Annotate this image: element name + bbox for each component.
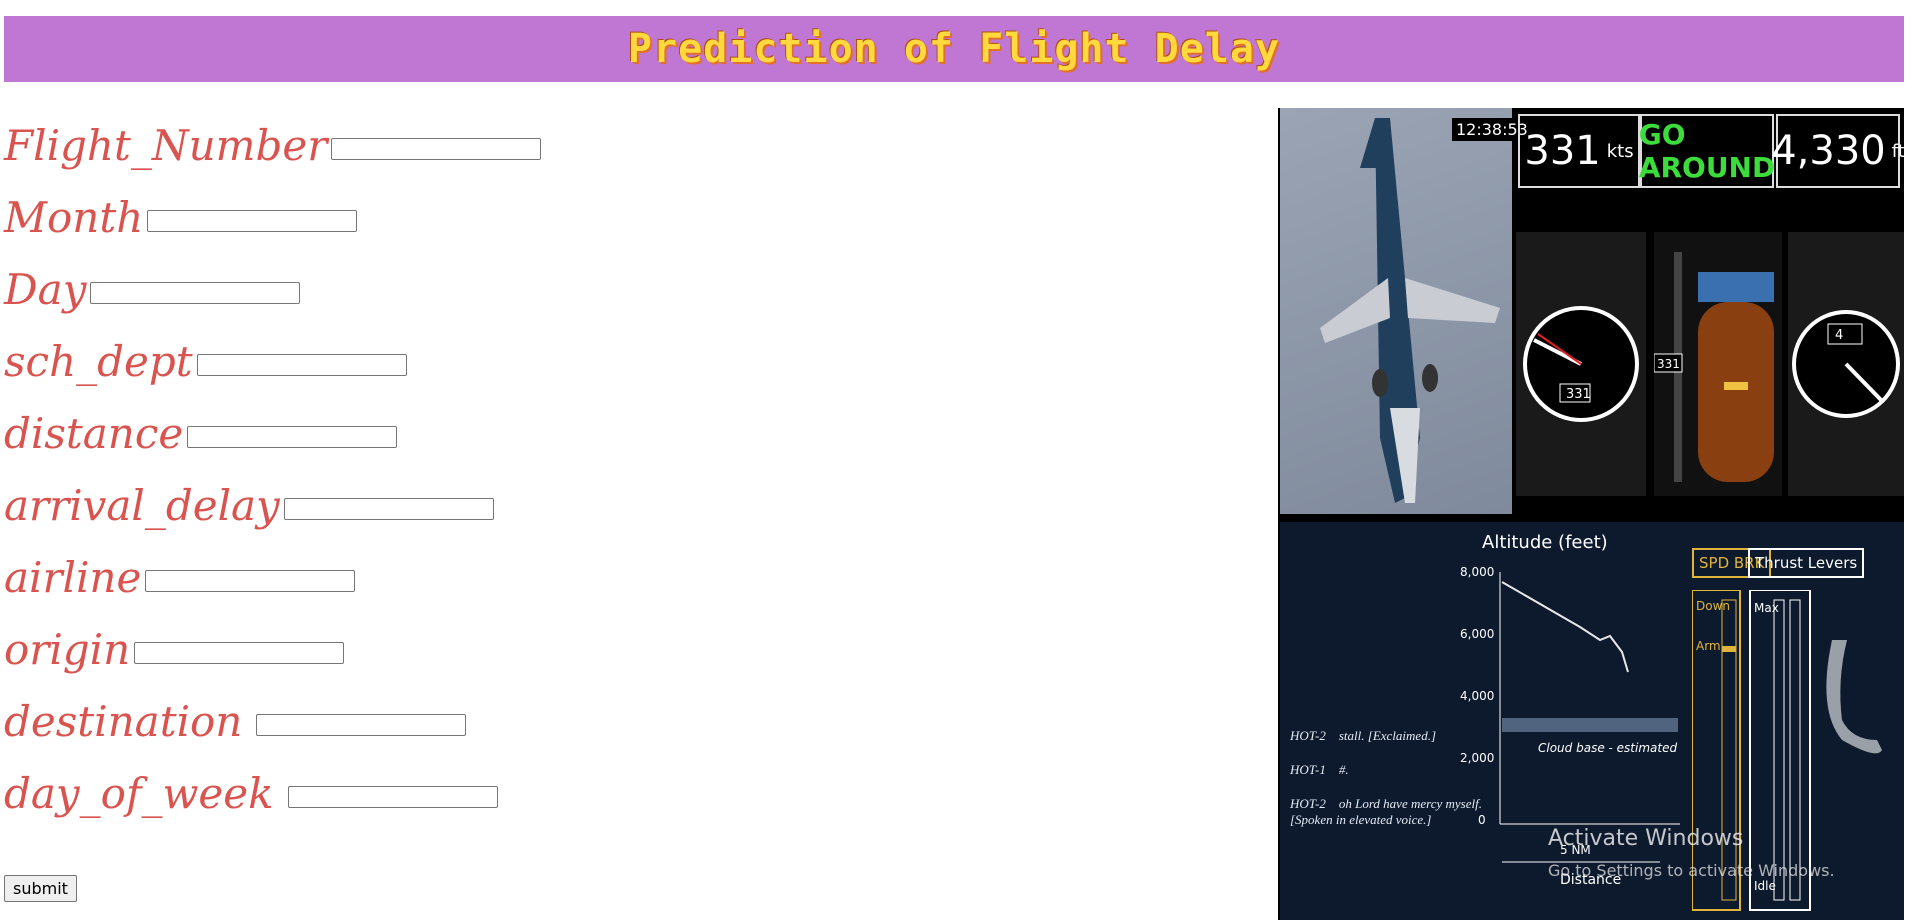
cockpit-image: 12:38:53 331 kts GO AROUND 4,330 ft 331 … bbox=[1278, 108, 1904, 920]
airspeed-gauge: 331 bbox=[1516, 232, 1646, 496]
altitude-box: 4,330 ft bbox=[1771, 114, 1904, 188]
flight-number-input[interactable] bbox=[331, 138, 542, 160]
ytick-label: 2,000 bbox=[1460, 751, 1494, 765]
distance-input[interactable] bbox=[187, 426, 398, 448]
plane-view: 12:38:53 bbox=[1280, 108, 1532, 514]
tape-readout: 331 bbox=[1657, 357, 1680, 371]
sch-dept-input[interactable] bbox=[196, 354, 407, 376]
ytick-label: 6,000 bbox=[1460, 627, 1494, 641]
altitude-unit: ft bbox=[1891, 140, 1904, 162]
transcript-line: HOT-2 oh Lord have mercy myself. [Spoken… bbox=[1290, 796, 1482, 827]
origin-input[interactable] bbox=[134, 642, 345, 664]
status-box: GO AROUND bbox=[1638, 114, 1776, 188]
airplane-illustration bbox=[1320, 118, 1500, 503]
page-title: Prediction of Flight Delay bbox=[627, 26, 1281, 72]
field-destination: destination bbox=[4, 686, 541, 758]
flight-number-label: Flight_Number bbox=[4, 121, 328, 170]
field-flight-number: Flight_Number bbox=[4, 110, 542, 182]
ytick-label: 4,000 bbox=[1460, 689, 1494, 703]
field-origin: origin bbox=[4, 614, 541, 686]
speed-unit: kts bbox=[1606, 140, 1634, 162]
speed-box: 331 kts bbox=[1518, 114, 1640, 188]
go-around-status: GO AROUND bbox=[1638, 118, 1776, 184]
airspeed-readout: 331 bbox=[1566, 387, 1591, 402]
month-label: Month bbox=[4, 193, 144, 242]
altimeter-gauge: 4 bbox=[1788, 232, 1904, 496]
activate-windows-subtitle: Go to Settings to activate Windows. bbox=[1548, 861, 1835, 880]
airline-label: airline bbox=[4, 553, 142, 602]
ytick-label: 8,000 bbox=[1460, 565, 1494, 579]
transcript-line: HOT-1 #. bbox=[1290, 762, 1349, 777]
page-header: Prediction of Flight Delay bbox=[4, 16, 1904, 82]
distance-label: distance bbox=[4, 409, 184, 458]
spd-arm-label: Arm bbox=[1696, 639, 1721, 653]
thrust-levers-label: Thrust Levers bbox=[1748, 548, 1865, 578]
field-day: Day bbox=[4, 254, 541, 326]
submit-button[interactable]: submit bbox=[4, 875, 77, 902]
prediction-form: Flight_Number Month Day sch_dept distanc… bbox=[4, 110, 542, 830]
field-day-of-week: day_of_week bbox=[4, 758, 541, 830]
altitude-chart-title: Altitude (feet) bbox=[1482, 532, 1608, 553]
speed-value: 331 bbox=[1524, 128, 1601, 174]
field-distance: distance bbox=[4, 398, 541, 470]
ytick-label: 0 bbox=[1478, 813, 1486, 827]
month-input[interactable] bbox=[147, 210, 358, 232]
field-sch-dept: sch_dept bbox=[4, 326, 541, 398]
airline-input[interactable] bbox=[145, 570, 356, 592]
origin-label: origin bbox=[4, 625, 131, 674]
thrust-max-label: Max bbox=[1754, 601, 1779, 615]
spd-down-label: Down bbox=[1696, 599, 1730, 613]
arrival-delay-input[interactable] bbox=[283, 498, 494, 520]
arrival-delay-label: arrival_delay bbox=[4, 481, 280, 530]
activate-windows-title: Activate Windows bbox=[1548, 826, 1744, 851]
cloud-label: Cloud base - estimated bbox=[1538, 741, 1677, 755]
sch-dept-label: sch_dept bbox=[4, 337, 193, 386]
altimeter-window: 4 bbox=[1835, 328, 1843, 343]
thrust-idle-label: Idle bbox=[1754, 879, 1776, 893]
field-month: Month bbox=[4, 182, 541, 254]
field-arrival-delay: arrival_delay bbox=[4, 470, 541, 542]
cvr-transcript: HOT-2 stall. [Exclaimed.] HOT-1 #. HOT-2… bbox=[1290, 728, 1482, 846]
destination-label: destination bbox=[4, 697, 243, 746]
attitude-indicator: 331 bbox=[1654, 232, 1782, 496]
destination-input[interactable] bbox=[256, 714, 467, 736]
day-of-week-input[interactable] bbox=[287, 786, 498, 808]
day-of-week-label: day_of_week bbox=[4, 769, 274, 818]
altitude-value: 4,330 bbox=[1771, 128, 1886, 174]
day-label: Day bbox=[4, 265, 87, 314]
transcript-line: HOT-2 stall. [Exclaimed.] bbox=[1290, 728, 1437, 743]
day-input[interactable] bbox=[90, 282, 301, 304]
field-airline: airline bbox=[4, 542, 541, 614]
